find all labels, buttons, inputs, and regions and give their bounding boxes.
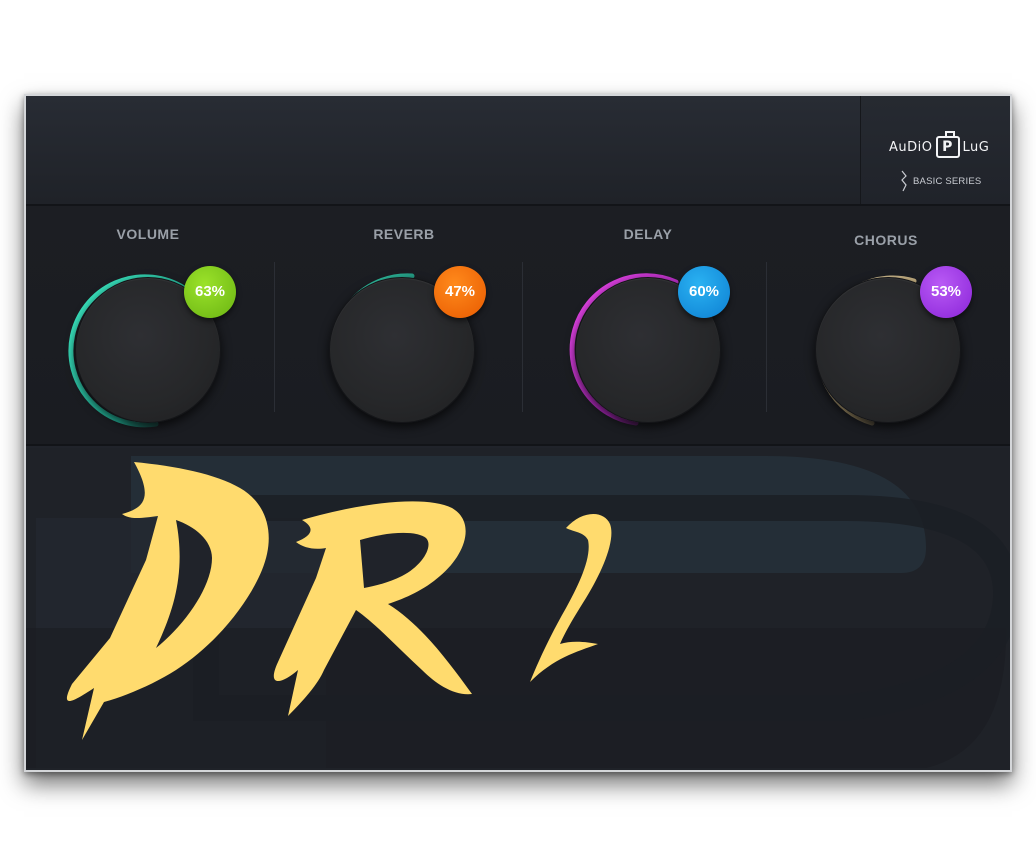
brand-panel: AuDiO P LuG BASIC SERIES: [860, 96, 1010, 204]
chorus-value-badge: 53%: [920, 266, 972, 318]
knob-group-delay: DELAY 60%: [548, 206, 748, 446]
knob-label-chorus: CHORUS: [854, 232, 918, 248]
plug-icon: P: [935, 131, 960, 158]
reverb-value-badge: 47%: [434, 266, 486, 318]
plugin-window: AuDiO P LuG BASIC SERIES VOLUME 63% REVE…: [24, 94, 1012, 772]
series-badge: BASIC SERIES: [899, 170, 981, 192]
knob-panel: VOLUME 63% REVERB 47% DELAY 60% CHORUS 5…: [26, 206, 1010, 446]
delay-value-badge: 60%: [678, 266, 730, 318]
knob-label-volume: VOLUME: [116, 226, 180, 242]
lightning-icon: [901, 170, 907, 192]
divider: [522, 262, 523, 412]
divider: [766, 262, 767, 412]
logo-text-right: LuG: [962, 139, 990, 155]
product-logo: [26, 456, 1010, 768]
product-logo-area: [26, 448, 1010, 770]
audioplug-logo: AuDiO P LuG: [889, 131, 990, 158]
divider: [274, 262, 275, 412]
knob-group-chorus: CHORUS 53%: [786, 206, 986, 446]
knob-group-volume: VOLUME 63%: [48, 206, 248, 446]
knob-label-reverb: REVERB: [373, 226, 435, 242]
series-label: BASIC SERIES: [913, 175, 982, 187]
logo-text-left: AuDiO: [889, 139, 933, 155]
knob-group-reverb: REVERB 47%: [304, 206, 504, 446]
volume-value-badge: 63%: [184, 266, 236, 318]
plugin-header: AuDiO P LuG BASIC SERIES: [26, 96, 1010, 206]
knob-label-delay: DELAY: [623, 226, 673, 242]
